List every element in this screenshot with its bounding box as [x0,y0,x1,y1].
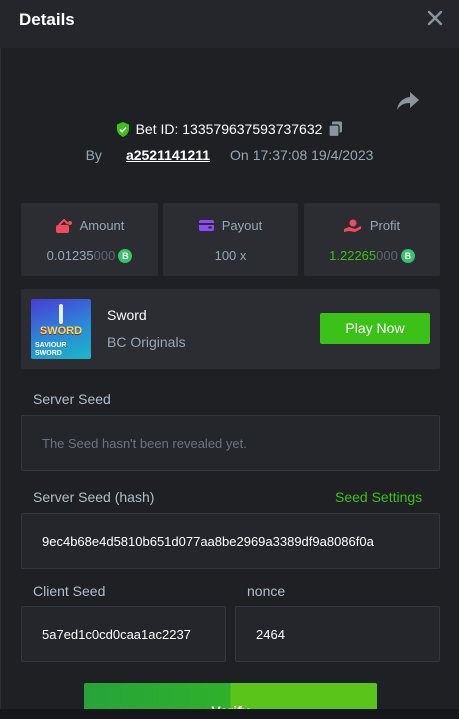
stat-profit-value: 1.22265 [329,248,377,263]
bet-author-row: By a2521141211 On 17:37:08 19/4/2023 [0,147,459,167]
client-seed-field[interactable]: 5a7ed1c0cd0caa1ac2237 [21,606,226,662]
nonce-field[interactable]: 2464 [235,606,440,662]
server-seed-label: Server Seed [33,391,111,407]
share-icon[interactable] [396,90,420,112]
server-seed-field: The Seed hasn't been revealed yet. [21,415,440,471]
details-header: Details [0,0,459,48]
on-label: On [230,147,249,163]
stat-profit: Profit 1.22265 000 B [304,203,440,276]
bcd-coin-icon: B [400,248,415,263]
sword-icon [59,304,63,324]
copy-icon[interactable] [328,121,343,137]
close-icon[interactable] [426,9,444,27]
username-link[interactable]: a2521141211 [126,147,210,163]
client-seed-label: Client Seed [33,583,106,599]
game-name: Sword [107,307,147,323]
wallet-icon [198,220,214,231]
play-now-button[interactable]: Play Now [320,313,430,344]
stat-amount-trailing: 000 [93,248,116,263]
seed-settings-link[interactable]: Seed Settings [335,489,422,505]
stat-payout-value: 100 x [214,248,247,263]
stat-payout-label: Payout [221,218,263,233]
thumb-title: SWORD [39,325,83,337]
game-thumbnail[interactable]: SWORD SAVIOUR SWORD [31,299,91,359]
verified-shield-icon [116,121,129,137]
by-label: By [85,147,102,163]
stat-payout: Payout 100 x [163,203,298,276]
server-seed-hash-field[interactable]: 9ec4b68e4d5810b651d077aa8be2969a3389df9a… [21,513,440,569]
stat-profit-trailing: 000 [376,248,398,263]
bet-id-row: Bet ID: 133579637593737632 [0,121,459,141]
profit-icon [343,219,361,232]
server-seed-hash-label: Server Seed (hash) [33,489,155,505]
details-panel: Details Bet ID: 133579637593737632 By a2… [0,0,459,719]
stat-amount: Amount 0.01235 000 B [21,203,158,276]
stat-profit-label: Profit [369,218,401,233]
game-card: SWORD SAVIOUR SWORD Sword BC Originals P… [21,289,440,369]
game-provider: BC Originals [107,334,186,350]
thumb-subtitle: SAVIOUR SWORD [35,342,67,357]
bottom-edge [0,709,459,719]
stat-amount-value: 0.01235 [46,248,94,263]
bet-id: Bet ID: 133579637593737632 [135,121,323,137]
bet-icon [55,218,72,233]
bcd-coin-icon: B [118,248,133,263]
nonce-label: nonce [247,583,286,599]
bet-datetime: 17:37:08 19/4/2023 [252,147,374,163]
details-title: Details [19,10,75,29]
stat-amount-label: Amount [79,218,125,233]
